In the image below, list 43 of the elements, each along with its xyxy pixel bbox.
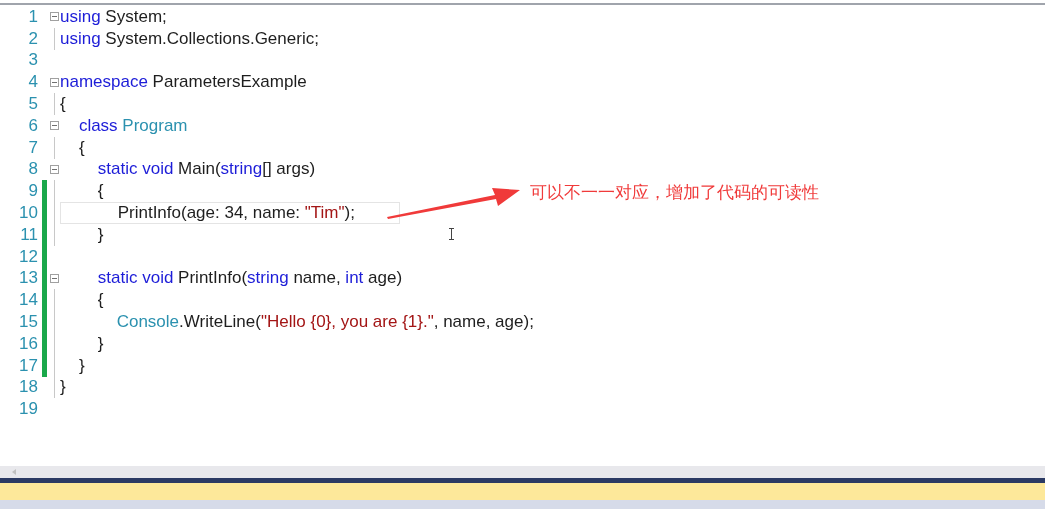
- code-line: using System.Collections.Generic;: [60, 28, 319, 49]
- text-cursor-icon: [448, 228, 455, 240]
- line-number: 10: [18, 203, 38, 224]
- line-number: 4: [27, 72, 38, 93]
- code-line: }: [96, 224, 104, 245]
- line-number: 11: [19, 224, 38, 245]
- code-line: PrintInfo(age: 34, name: "Tim");: [116, 203, 355, 224]
- line-number: 17: [18, 355, 38, 376]
- collapse-icon[interactable]: [50, 121, 59, 131]
- code-line: {: [96, 181, 104, 202]
- line-number: 8: [27, 159, 38, 180]
- code-line: static void Main(string[] args): [96, 159, 316, 180]
- code-line: static void PrintInfo(string name, int age): [96, 268, 403, 289]
- line-number: 2: [27, 28, 38, 49]
- code-line: class Program: [77, 115, 188, 136]
- code-line: {: [60, 94, 66, 115]
- collapse-icon[interactable]: [50, 164, 59, 174]
- code-line: {: [77, 137, 85, 158]
- line-number: 1: [27, 6, 38, 27]
- line-number: 7: [27, 137, 38, 158]
- line-number: 19: [18, 399, 38, 420]
- code-line: }: [60, 377, 66, 398]
- line-number: 5: [27, 94, 38, 115]
- line-number: 12: [18, 246, 38, 267]
- code-line: using System;: [60, 6, 167, 27]
- annotation-text: 可以不一一对应，增加了代码的可读性: [530, 181, 819, 204]
- line-number: 13: [18, 268, 38, 289]
- collapse-icon[interactable]: [50, 273, 59, 283]
- code-line: Console.WriteLine("Hello {0}, you are {1}.", name, age);: [115, 312, 534, 333]
- line-number: 18: [18, 377, 38, 398]
- line-number: 16: [18, 333, 38, 354]
- code-line: }: [77, 355, 85, 376]
- code-line: {: [96, 290, 104, 311]
- line-number: 3: [27, 50, 38, 71]
- collapse-icon[interactable]: [50, 77, 59, 87]
- code-line: }: [96, 333, 104, 354]
- line-number: 6: [27, 115, 38, 136]
- horizontal-scrollbar[interactable]: [0, 466, 1045, 478]
- collapse-icon[interactable]: [50, 12, 59, 22]
- line-number: 9: [27, 181, 38, 202]
- code-line: namespace ParametersExample: [60, 72, 307, 93]
- line-number: 14: [18, 290, 38, 311]
- line-number: 15: [18, 312, 38, 333]
